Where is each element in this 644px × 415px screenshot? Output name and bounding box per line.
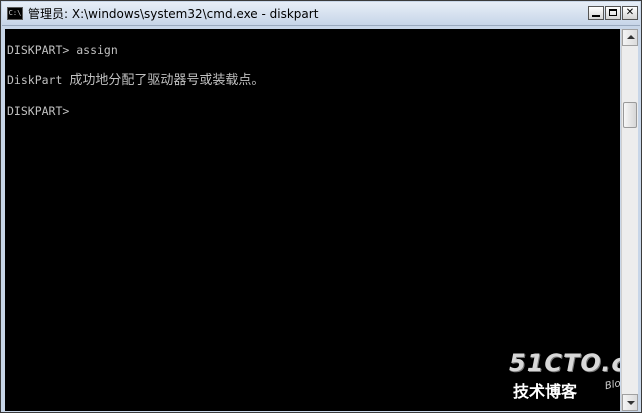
vertical-scrollbar[interactable] bbox=[621, 29, 638, 411]
watermark-subtitle: 技术博客 bbox=[513, 382, 578, 401]
console-line-message: 成功地分配了驱动器号或装载点。 bbox=[69, 73, 265, 88]
title-bar[interactable]: C:\ 管理员: X:\windows\system32\cmd.exe - d… bbox=[2, 2, 640, 26]
watermark: 51CTO.com 技术博客 Blog bbox=[507, 349, 620, 409]
scroll-up-button[interactable] bbox=[622, 29, 638, 46]
scroll-up-arrow-icon bbox=[627, 35, 635, 39]
cmd-window: C:\ 管理员: X:\windows\system32\cmd.exe - d… bbox=[0, 0, 642, 413]
console-output[interactable]: DISKPART> assign DiskPart 成功地分配了驱动器号或装载点… bbox=[5, 29, 620, 411]
minimize-button[interactable] bbox=[588, 6, 604, 20]
watermark-blog: Blog bbox=[603, 376, 620, 393]
cmd-icon[interactable]: C:\ bbox=[7, 7, 23, 20]
watermark-logo: 51CTO.com bbox=[509, 349, 620, 377]
maximize-icon bbox=[609, 9, 617, 16]
minimize-icon bbox=[592, 15, 600, 17]
console-line-result: DiskPart 成功地分配了驱动器号或装载点。 bbox=[7, 72, 264, 89]
close-icon: ✕ bbox=[625, 7, 635, 18]
console-prompt[interactable]: DISKPART> bbox=[7, 103, 76, 119]
scroll-down-arrow-icon bbox=[627, 401, 635, 405]
maximize-button[interactable] bbox=[605, 6, 621, 20]
console-line-prefix: DiskPart bbox=[7, 73, 70, 87]
window-title: 管理员: X:\windows\system32\cmd.exe - diskp… bbox=[28, 7, 319, 21]
close-button[interactable]: ✕ bbox=[622, 6, 638, 20]
console-line-command: DISKPART> assign bbox=[7, 43, 118, 57]
scroll-down-button[interactable] bbox=[622, 394, 638, 411]
scroll-thumb[interactable] bbox=[623, 102, 637, 128]
